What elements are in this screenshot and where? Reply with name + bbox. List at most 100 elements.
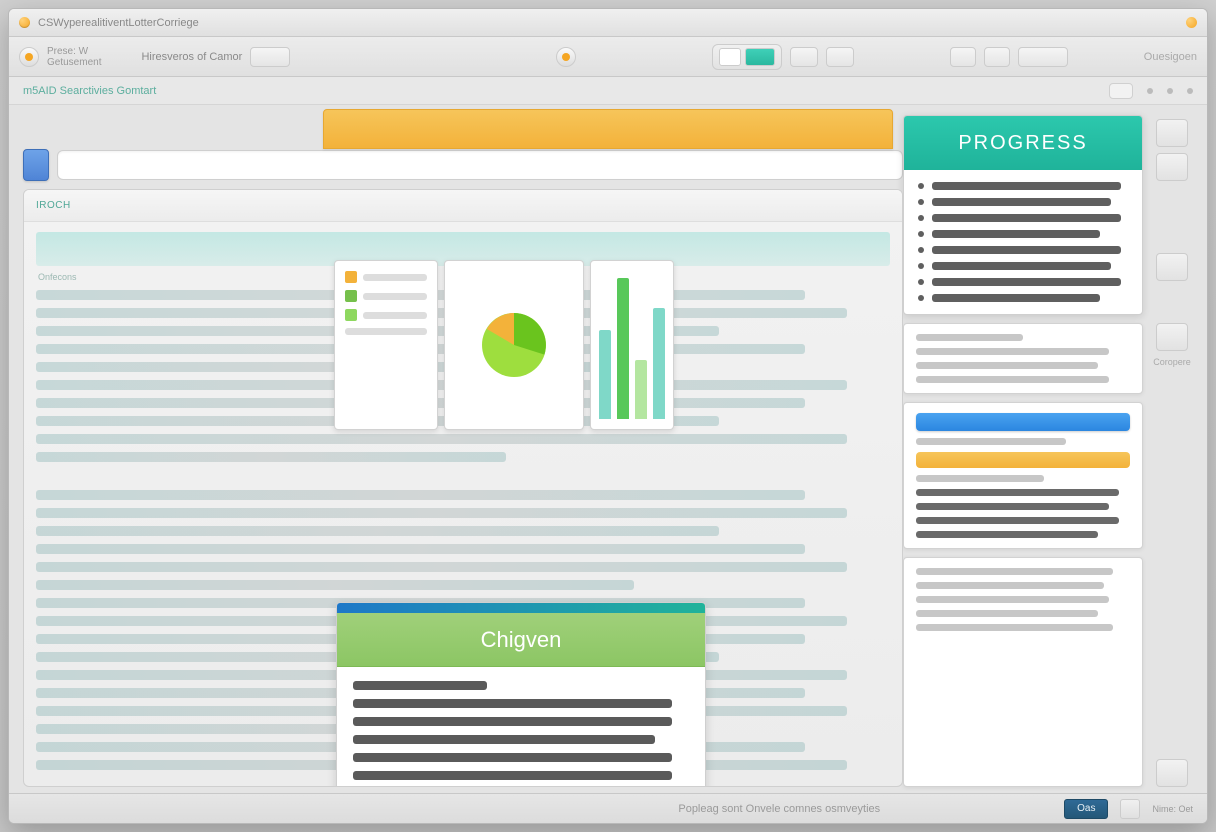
window-control-icon[interactable] [19, 17, 30, 28]
toolbar: Prese: W Getusement Hiresveros of Camor … [9, 37, 1207, 77]
text-line [916, 531, 1098, 538]
text-line [36, 562, 847, 572]
accent-tab[interactable] [323, 109, 893, 149]
category-tag-icon[interactable] [23, 149, 49, 181]
highlight-bar-blue[interactable] [916, 413, 1130, 431]
side-list-panel[interactable] [903, 323, 1143, 394]
search-input[interactable] [57, 150, 903, 180]
footer-hint: Nime: Oet [1152, 804, 1193, 814]
pie-chart-icon [474, 305, 554, 385]
text-line [36, 544, 805, 554]
text-line [916, 568, 1113, 575]
text-line [916, 517, 1119, 524]
rail-button[interactable] [1156, 253, 1188, 281]
toolbar-info-line1: Prese: W [47, 46, 101, 57]
progress-panel[interactable]: PROGRESS [903, 115, 1143, 315]
text-line [916, 475, 1044, 482]
legend-card[interactable] [334, 260, 438, 430]
text-line [36, 490, 805, 500]
dashboard-cards [334, 260, 674, 430]
progress-item [932, 230, 1100, 238]
chigven-title: Chigven [337, 613, 705, 667]
toolbar-view-cluster [712, 44, 782, 70]
text-line [916, 376, 1109, 383]
legend-item [345, 271, 427, 283]
side-notes-panel[interactable] [903, 557, 1143, 787]
legend-label [363, 312, 427, 319]
content-panel: IROCH Onfecons [23, 189, 903, 787]
rail-button[interactable] [1156, 759, 1188, 787]
toolbar-chip[interactable] [250, 47, 290, 67]
text-line [916, 610, 1098, 617]
chigven-panel[interactable]: Chigven [336, 602, 706, 786]
progress-item [932, 294, 1100, 302]
status-bar: Popleag sont Onvele comnes osmveyties Oa… [9, 793, 1207, 823]
toolbar-button[interactable] [984, 47, 1010, 67]
progress-item [932, 278, 1121, 286]
toolbar-far-label: Ouesigoen [1144, 51, 1197, 63]
app-window: CSWyperealitiventLotterCorriege Prese: W… [8, 8, 1208, 824]
legend-swatch-icon [345, 290, 357, 302]
chigven-accent-strip [337, 603, 705, 613]
legend-label [345, 328, 427, 335]
toolbar-button[interactable] [1018, 47, 1068, 67]
text-line [916, 582, 1104, 589]
text-line [916, 489, 1119, 496]
progress-body [904, 170, 1142, 314]
titlebar: CSWyperealitiventLotterCorriege [9, 9, 1207, 37]
rail-button[interactable] [1156, 323, 1188, 351]
toolbar-button[interactable] [950, 47, 976, 67]
body: IROCH Onfecons [9, 105, 1207, 793]
subheader-dot-icon [1187, 88, 1193, 94]
window-title: CSWyperealitiventLotterCorriege [38, 17, 1186, 29]
bar [599, 330, 611, 419]
toolbar-info-line2: Getusement [47, 57, 101, 68]
toolbar-button[interactable] [790, 47, 818, 67]
footer-primary-button[interactable]: Oas [1064, 799, 1108, 819]
text-line [36, 452, 506, 462]
legend-swatch-icon [345, 271, 357, 283]
legend-swatch-icon [345, 309, 357, 321]
text-line [353, 753, 672, 762]
progress-item [932, 182, 1121, 190]
highlight-bar-amber[interactable] [916, 452, 1130, 468]
progress-title: PROGRESS [904, 116, 1142, 170]
progress-item [932, 262, 1111, 270]
progress-item [932, 214, 1121, 222]
legend-item [345, 290, 427, 302]
text-line [916, 348, 1109, 355]
rail-label: Coropere [1153, 357, 1191, 367]
text-line [353, 735, 655, 744]
view-button-1[interactable] [719, 48, 741, 66]
side-highlight-panel[interactable] [903, 402, 1143, 549]
tool-rail: Coropere [1151, 115, 1193, 787]
text-line [36, 508, 847, 518]
rail-button[interactable] [1156, 119, 1188, 147]
content-header: IROCH [24, 190, 902, 222]
subheader-label: m5AID Searctivies Gomtart [23, 85, 156, 97]
rail-button[interactable] [1156, 153, 1188, 181]
text-line [353, 699, 672, 708]
search-row [23, 149, 903, 181]
content-body: Onfecons [24, 222, 902, 786]
toolbar-button[interactable] [826, 47, 854, 67]
bar-chart-card[interactable] [590, 260, 674, 430]
pie-chart-card[interactable] [444, 260, 584, 430]
subheader-chip[interactable] [1109, 83, 1133, 99]
text-line [36, 434, 847, 444]
toolbar-status-icon[interactable] [19, 47, 39, 67]
bar [635, 360, 647, 419]
toolbar-section-label: Hiresveros of Camor [141, 51, 242, 63]
text-line [916, 362, 1098, 369]
text-line [353, 771, 672, 780]
progress-item [932, 198, 1111, 206]
content-header-label: IROCH [36, 200, 71, 211]
status-text: Popleag sont Onvele comnes osmveyties [678, 803, 880, 815]
text-line [916, 624, 1113, 631]
text-line [916, 503, 1109, 510]
notification-dot-icon[interactable] [1186, 17, 1197, 28]
footer-icon-button[interactable] [1120, 799, 1140, 819]
legend-label [363, 293, 427, 300]
view-button-active[interactable] [745, 48, 775, 66]
text-line [353, 717, 672, 726]
